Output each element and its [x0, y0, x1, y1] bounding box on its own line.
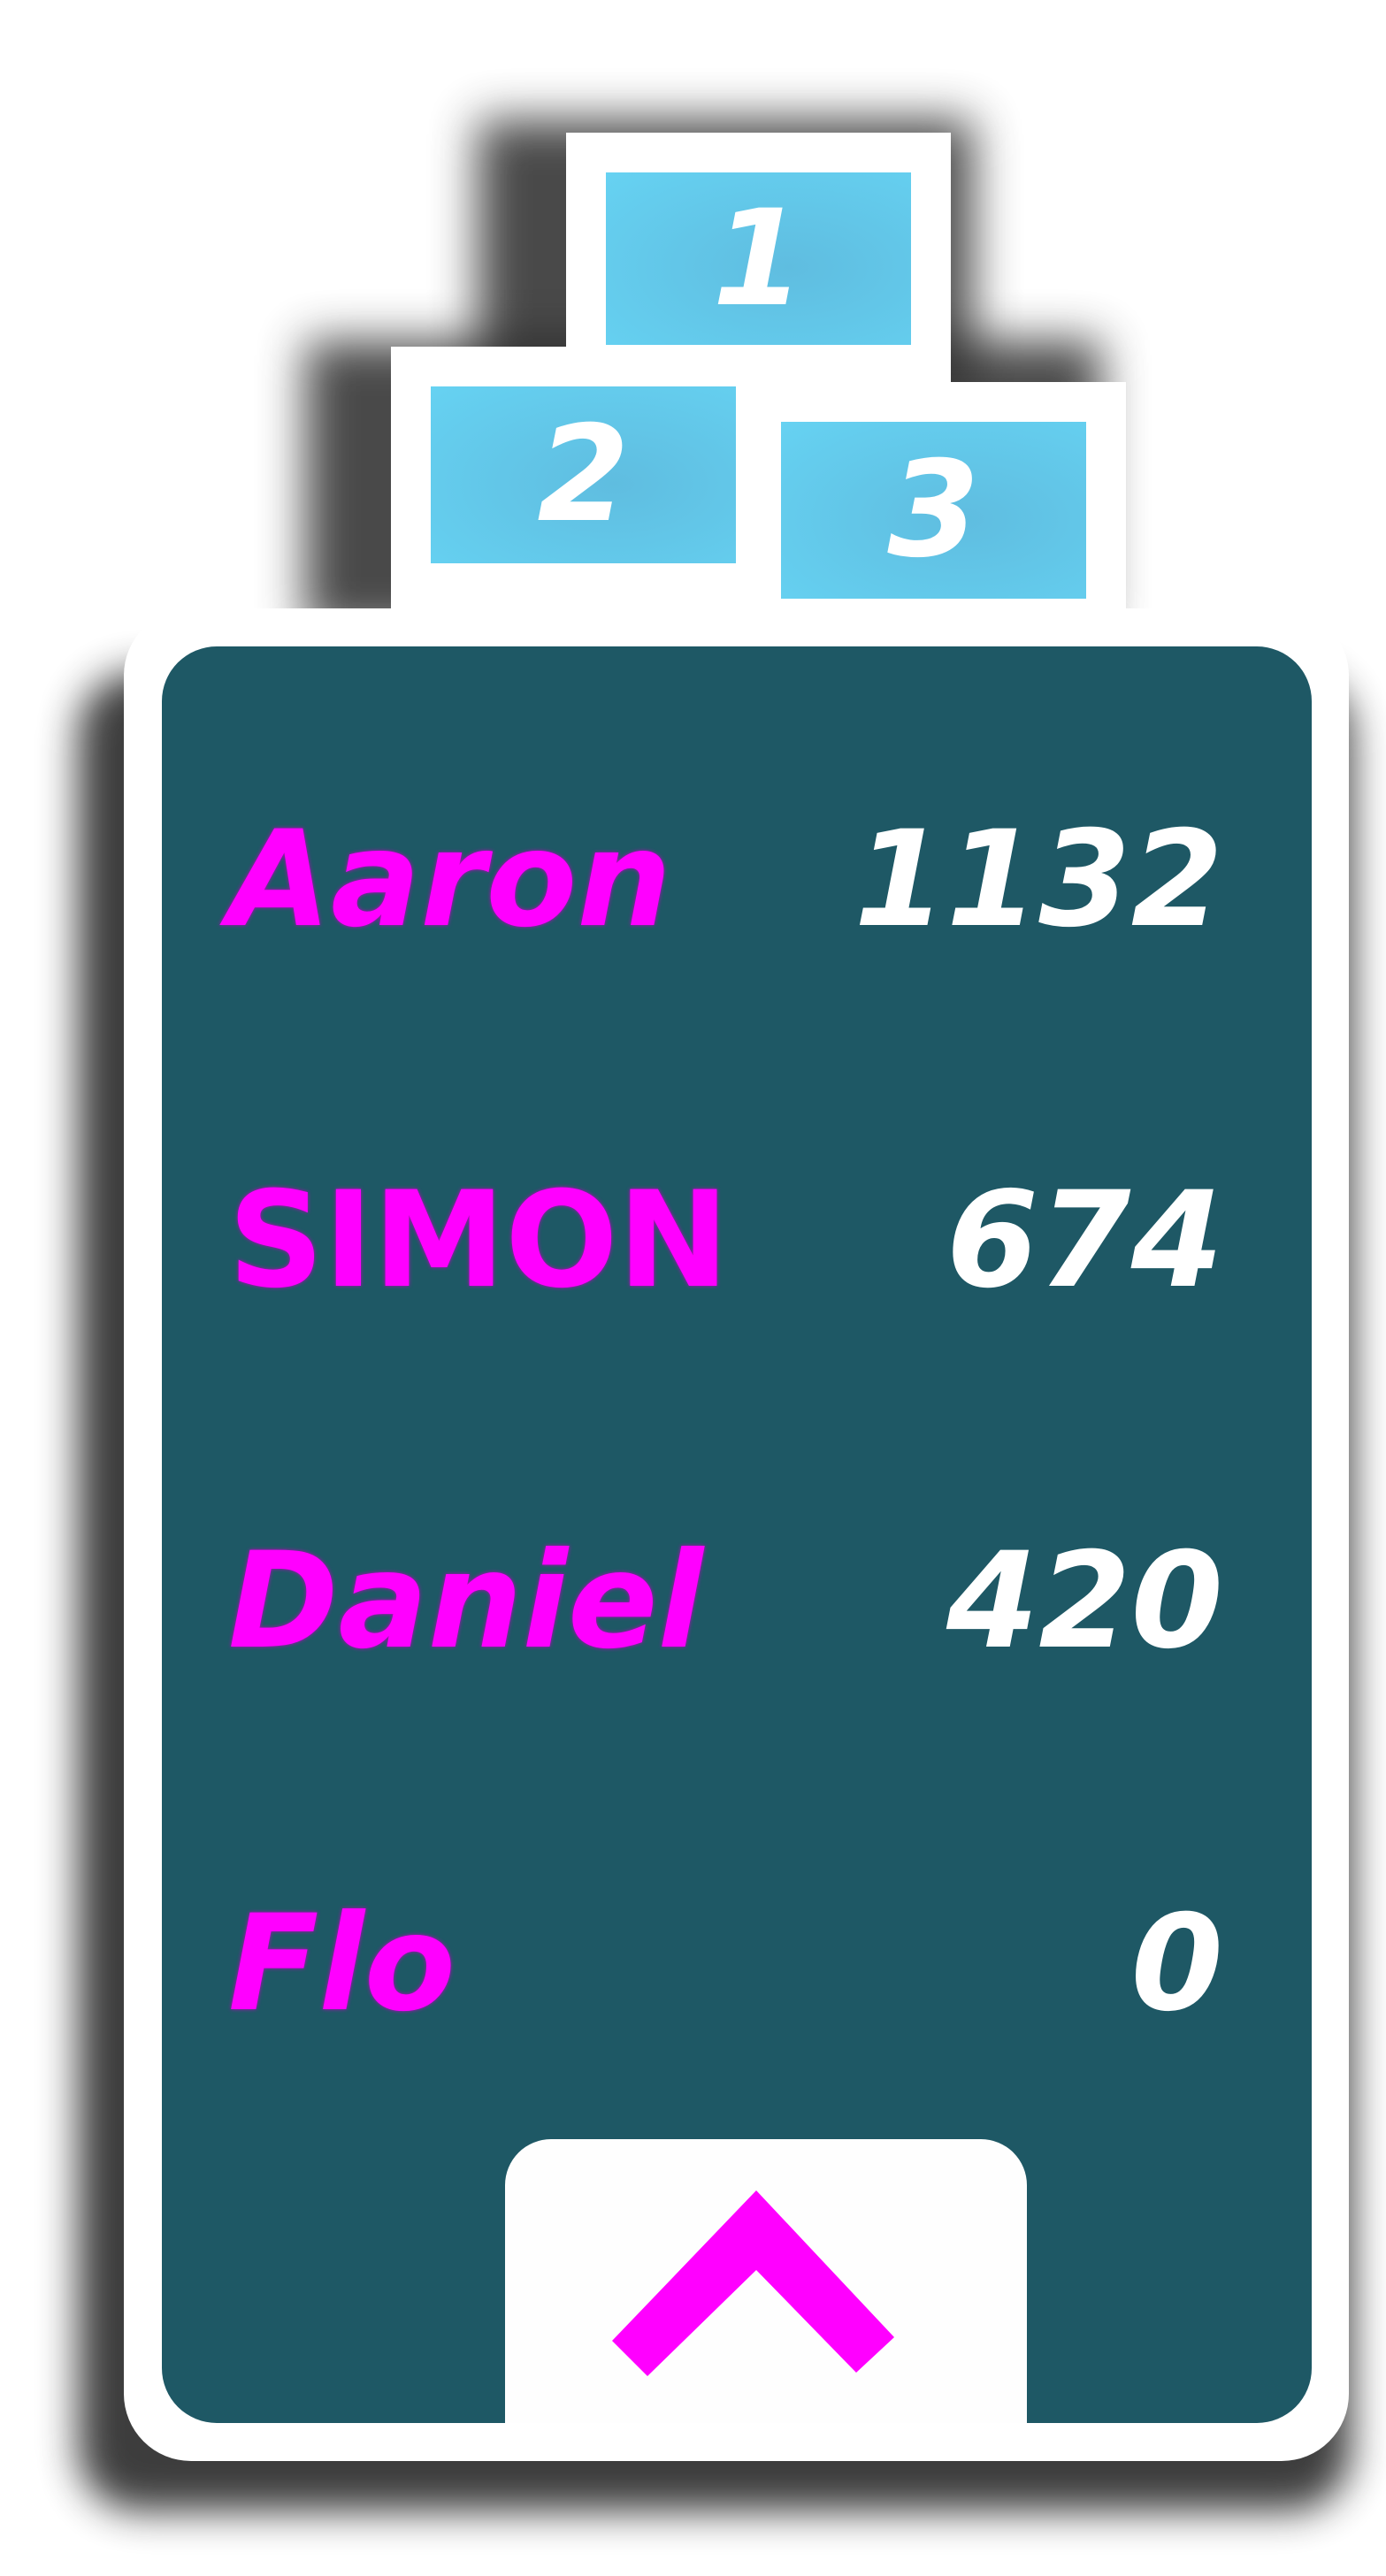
- player-score: 0: [1130, 1887, 1223, 2041]
- player-name: Aaron: [228, 803, 672, 957]
- podium-rank-1: 1: [712, 181, 805, 336]
- podium-third-face: 3: [781, 422, 1086, 599]
- player-score: 420: [946, 1525, 1223, 1678]
- scroll-up-button[interactable]: [505, 2139, 1027, 2423]
- podium-rank-3: 3: [887, 433, 980, 587]
- podium-first-face: 1: [606, 172, 911, 345]
- player-score: 1132: [854, 803, 1223, 957]
- player-score: 674: [946, 1164, 1223, 1318]
- podium-rank-2: 2: [537, 398, 630, 552]
- leaderboard-panel: Aaron 1132 SIMON 674 Daniel 420 Flo 0: [162, 646, 1312, 2423]
- leaderboard-row: Aaron 1132: [162, 809, 1312, 951]
- leaderboard-row: SIMON 674: [162, 1170, 1312, 1311]
- chevron-up-icon: [612, 2190, 894, 2376]
- leaderboard-row: Flo 0: [162, 1893, 1312, 2035]
- player-name: SIMON: [228, 1164, 730, 1318]
- podium-third-place: 3: [741, 382, 1126, 612]
- podium-second-place: 2: [391, 347, 776, 612]
- player-name: Flo: [228, 1887, 456, 2041]
- player-name: Daniel: [228, 1525, 704, 1678]
- leaderboard-row: Daniel 420: [162, 1531, 1312, 1672]
- podium-second-face: 2: [431, 386, 736, 563]
